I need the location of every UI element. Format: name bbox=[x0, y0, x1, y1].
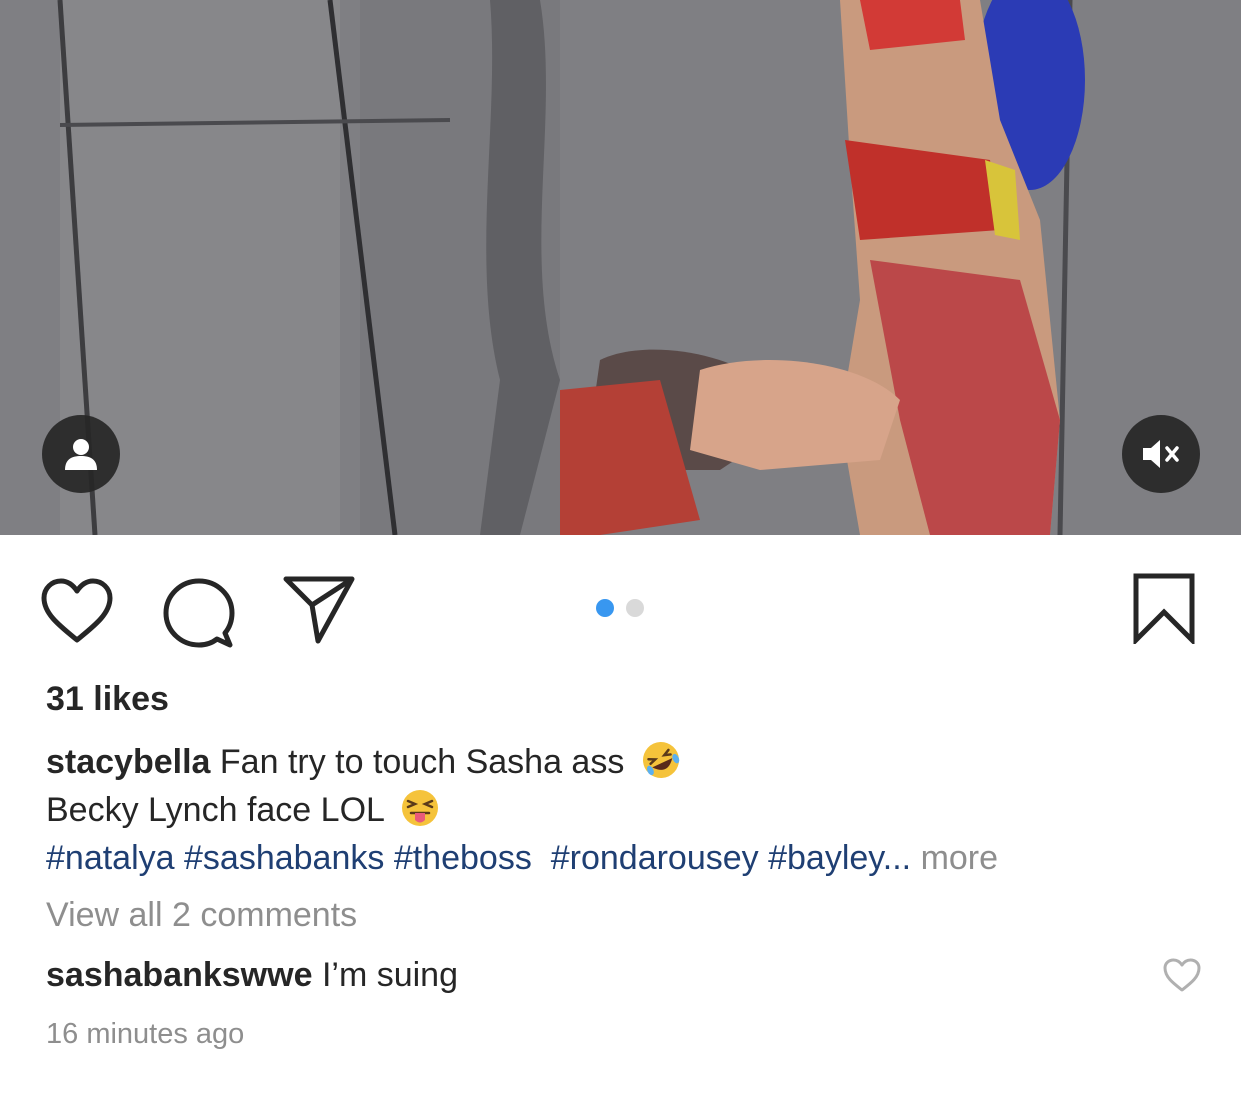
caption-text-2: Becky Lynch face LOL bbox=[46, 791, 384, 829]
carousel-indicator bbox=[596, 599, 644, 617]
heart-icon bbox=[41, 578, 113, 643]
save-button[interactable] bbox=[1132, 572, 1196, 649]
hashtag-link[interactable]: #sashabanks bbox=[184, 839, 384, 877]
user-icon bbox=[65, 439, 97, 470]
rolling-on-floor-laughing-emoji bbox=[642, 742, 680, 778]
caption-line-2: Becky Lynch face LOL bbox=[46, 786, 1206, 834]
comment-button[interactable] bbox=[163, 575, 235, 656]
comment-like-button[interactable] bbox=[1162, 957, 1202, 998]
hashtag-link[interactable]: #bayley bbox=[768, 839, 883, 877]
caption-ellipsis: ... bbox=[882, 839, 912, 877]
comment-row: sashabankswwe I’m suing bbox=[46, 956, 458, 995]
hashtag-link[interactable]: #natalya bbox=[46, 839, 175, 877]
comment-bubble-icon bbox=[163, 578, 235, 648]
bookmark-icon bbox=[1133, 573, 1195, 647]
caption-text-1: Fan try to touch Sasha ass bbox=[219, 743, 625, 781]
caption-username[interactable]: stacybella bbox=[46, 743, 210, 781]
likes-count[interactable]: 31 likes bbox=[46, 680, 169, 719]
carousel-dot-active[interactable] bbox=[596, 599, 614, 617]
hashtag-link[interactable]: #theboss bbox=[394, 839, 532, 877]
post-caption: stacybella Fan try to touch Sasha ass Be… bbox=[46, 738, 1206, 882]
caption-line-1: stacybella Fan try to touch Sasha ass bbox=[46, 738, 1206, 786]
squinting-face-with-tongue-emoji bbox=[402, 790, 439, 826]
comment-username[interactable]: sashabankswwe bbox=[46, 956, 312, 994]
mute-button[interactable] bbox=[1122, 415, 1200, 493]
view-all-comments-link[interactable]: View all 2 comments bbox=[46, 896, 357, 935]
tagged-users-button[interactable] bbox=[42, 415, 120, 493]
share-button[interactable] bbox=[282, 573, 356, 650]
speaker-muted-icon bbox=[1143, 440, 1179, 468]
carousel-dot[interactable] bbox=[626, 599, 644, 617]
post-action-bar bbox=[0, 565, 1241, 655]
like-button[interactable] bbox=[40, 577, 114, 650]
hashtag-link[interactable]: #rondarousey bbox=[551, 839, 759, 877]
post-timestamp: 16 minutes ago bbox=[46, 1018, 245, 1050]
comment-text: I’m suing bbox=[321, 956, 458, 994]
heart-icon bbox=[1163, 958, 1201, 992]
more-link[interactable]: more bbox=[921, 839, 998, 877]
video-frame bbox=[0, 0, 1241, 535]
paper-plane-icon bbox=[283, 576, 355, 644]
post-video[interactable] bbox=[0, 0, 1241, 535]
caption-line-3: #natalya #sashabanks #theboss #rondarous… bbox=[46, 834, 1206, 882]
